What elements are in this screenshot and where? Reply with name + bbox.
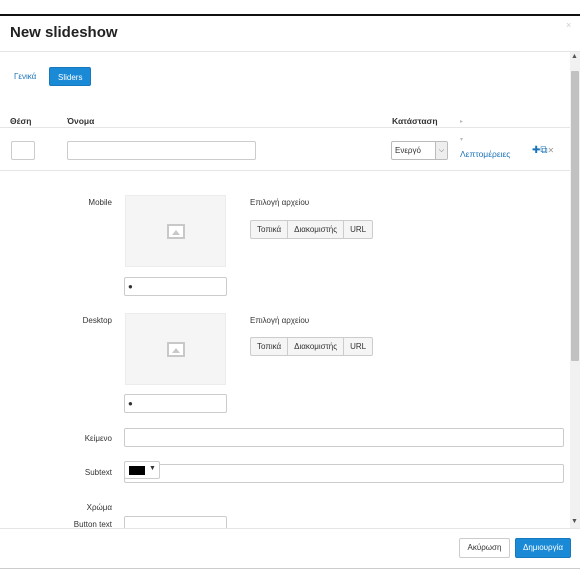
sort-arrow-icon: ▸ bbox=[460, 119, 464, 125]
details-arrow-icon: ▾ bbox=[460, 137, 464, 143]
bottom-bar bbox=[0, 568, 580, 580]
subtext-input[interactable] bbox=[124, 464, 564, 483]
desktop-file-choice-label: Επιλογή αρχείου bbox=[250, 316, 310, 325]
color-swatch bbox=[129, 466, 145, 475]
column-header-position: Θέση bbox=[10, 116, 32, 126]
url-button[interactable]: URL bbox=[344, 338, 372, 355]
dialog-title: New slideshow bbox=[10, 24, 118, 41]
desktop-label: Desktop bbox=[82, 316, 112, 325]
dialog-footer: Ακύρωση Δημιουργία bbox=[0, 529, 580, 568]
color-label: Χρώμα bbox=[86, 503, 112, 512]
chevron-down-icon: ⌵ bbox=[435, 142, 447, 159]
text-label: Κείμενο bbox=[84, 434, 112, 443]
details-link[interactable]: Λεπτομέρειες bbox=[460, 149, 510, 159]
header-row-divider bbox=[0, 127, 570, 128]
mobile-image-preview[interactable] bbox=[125, 195, 226, 267]
scroll-up-icon[interactable]: ▲ bbox=[571, 53, 578, 60]
comment-icon: ● bbox=[128, 282, 133, 291]
row-actions: ✚⧉✕ bbox=[532, 145, 554, 156]
mobile-file-source-buttons: Τοπικά Διακομιστής URL bbox=[250, 220, 374, 239]
scrollbar-thumb[interactable] bbox=[571, 71, 579, 361]
color-picker[interactable]: ▼ bbox=[124, 461, 160, 479]
subtext-label: Subtext bbox=[84, 468, 112, 477]
desktop-caption-input[interactable]: ● bbox=[124, 394, 227, 413]
dialog-body: Γενικά Sliders Θέση Όνομα Κατάσταση ▸ Εν… bbox=[0, 52, 580, 528]
tab-general[interactable]: Γενικά bbox=[6, 67, 45, 86]
copy-icon[interactable]: ⧉ bbox=[540, 145, 547, 156]
mobile-file-choice-label: Επιλογή αρχείου bbox=[250, 198, 310, 207]
cancel-button[interactable]: Ακύρωση bbox=[459, 538, 510, 558]
button-text-input[interactable] bbox=[124, 516, 227, 528]
status-select-value: Ενεργό bbox=[395, 146, 421, 155]
scroll-down-icon[interactable]: ▼ bbox=[571, 518, 578, 525]
text-input[interactable] bbox=[124, 428, 564, 447]
status-select[interactable]: Ενεργό ⌵ bbox=[391, 141, 448, 160]
position-input[interactable] bbox=[11, 141, 35, 160]
image-icon bbox=[167, 342, 185, 357]
name-input[interactable] bbox=[67, 141, 256, 160]
slideshow-dialog: New slideshow × Γενικά Sliders Θέση Όνομ… bbox=[0, 16, 580, 568]
server-button[interactable]: Διακομιστής bbox=[288, 338, 345, 355]
local-button[interactable]: Τοπικά bbox=[251, 221, 289, 238]
close-icon[interactable]: × bbox=[566, 20, 571, 30]
chevron-down-icon: ▼ bbox=[149, 465, 156, 472]
mobile-label: Mobile bbox=[88, 198, 112, 207]
column-header-status: Κατάσταση bbox=[392, 116, 438, 126]
column-header-name: Όνομα bbox=[67, 116, 95, 126]
desktop-image-preview[interactable] bbox=[125, 313, 226, 385]
bottom-divider bbox=[0, 568, 580, 569]
row-divider bbox=[0, 170, 570, 171]
image-icon bbox=[167, 224, 185, 239]
comment-icon: ● bbox=[128, 399, 133, 408]
mobile-caption-input[interactable]: ● bbox=[124, 277, 227, 296]
tab-sliders[interactable]: Sliders bbox=[49, 67, 92, 86]
page-frame: New slideshow × Γενικά Sliders Θέση Όνομ… bbox=[0, 0, 580, 580]
desktop-file-source-buttons: Τοπικά Διακομιστής URL bbox=[250, 337, 374, 356]
create-button[interactable]: Δημιουργία bbox=[515, 538, 571, 558]
url-button[interactable]: URL bbox=[344, 221, 372, 238]
local-button[interactable]: Τοπικά bbox=[251, 338, 289, 355]
button-text-label: Button text bbox=[73, 520, 112, 528]
remove-icon[interactable]: ✕ bbox=[548, 146, 555, 155]
server-button[interactable]: Διακομιστής bbox=[288, 221, 345, 238]
top-bar bbox=[0, 0, 580, 14]
clipped-row: Button text bbox=[0, 516, 570, 528]
